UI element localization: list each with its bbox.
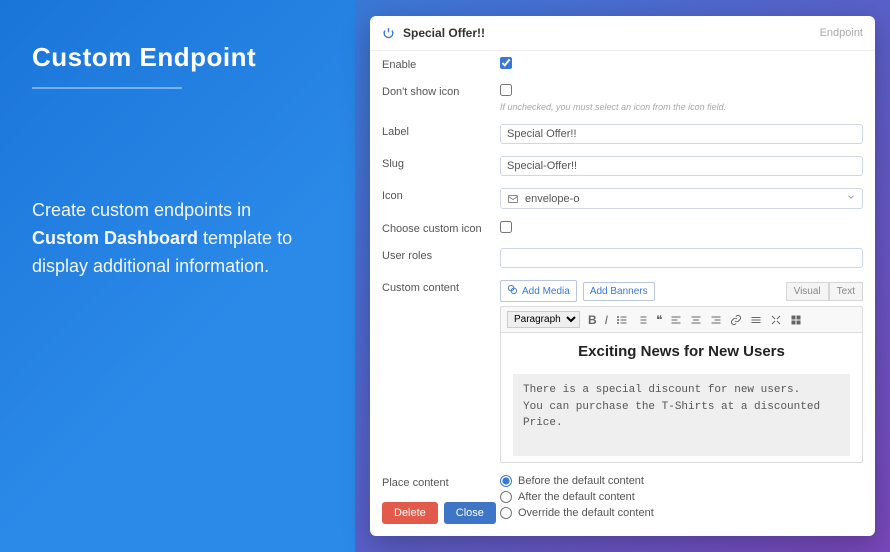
editor-heading: Exciting News for New Users xyxy=(513,343,850,360)
tab-text[interactable]: Text xyxy=(829,282,863,301)
enable-checkbox[interactable] xyxy=(500,57,512,69)
slug-label: Slug xyxy=(382,156,500,170)
add-media-button[interactable]: Add Media xyxy=(500,280,577,302)
icon-select[interactable]: envelope-o xyxy=(500,188,863,209)
bullet-list-icon[interactable] xyxy=(616,314,628,326)
dont-show-icon-label: Don't show icon xyxy=(382,84,500,98)
dont-show-icon-hint: If unchecked, you must select an icon fr… xyxy=(500,102,863,112)
user-roles-input[interactable] xyxy=(500,248,863,268)
choose-custom-icon-label: Choose custom icon xyxy=(382,221,500,235)
icon-label: Icon xyxy=(382,188,500,202)
media-icon xyxy=(507,284,518,298)
editor-body[interactable]: Exciting News for New Users There is a s… xyxy=(500,333,863,463)
add-banners-button[interactable]: Add Banners xyxy=(583,282,655,301)
place-after-option[interactable]: After the default content xyxy=(500,491,863,503)
align-center-icon[interactable] xyxy=(690,314,702,326)
panel-title: Special Offer!! xyxy=(403,26,485,40)
custom-content-label: Custom content xyxy=(382,280,500,294)
enable-label: Enable xyxy=(382,57,500,71)
endpoint-panel: Special Offer!! Endpoint Enable Don't sh… xyxy=(370,16,875,536)
number-list-icon[interactable] xyxy=(636,314,648,326)
fullscreen-icon[interactable] xyxy=(770,314,782,326)
editor-toolbar: Paragraph B I ❝ xyxy=(500,306,863,333)
promo-description: Create custom endpoints in Custom Dashbo… xyxy=(32,197,327,281)
link-icon[interactable] xyxy=(730,314,742,326)
choose-custom-icon-checkbox[interactable] xyxy=(500,221,512,233)
slug-input[interactable] xyxy=(500,156,863,176)
chevron-down-icon xyxy=(846,192,856,205)
toolbar-toggle-icon[interactable] xyxy=(790,314,802,326)
dont-show-icon-checkbox[interactable] xyxy=(500,84,512,96)
breadcrumb[interactable]: Endpoint xyxy=(820,27,863,39)
label-label: Label xyxy=(382,124,500,138)
envelope-icon xyxy=(507,193,519,205)
italic-icon[interactable]: I xyxy=(605,313,608,327)
delete-button[interactable]: Delete xyxy=(382,502,438,524)
place-content-label: Place content xyxy=(382,475,500,489)
power-icon xyxy=(382,27,395,40)
quote-icon[interactable]: ❝ xyxy=(656,313,662,327)
user-roles-label: User roles xyxy=(382,248,500,262)
editor-preformatted: There is a special discount for new user… xyxy=(513,374,850,456)
promo-underline xyxy=(32,87,182,89)
tab-visual[interactable]: Visual xyxy=(786,282,829,301)
align-right-icon[interactable] xyxy=(710,314,722,326)
align-left-icon[interactable] xyxy=(670,314,682,326)
label-input[interactable] xyxy=(500,124,863,144)
close-button[interactable]: Close xyxy=(444,502,496,524)
format-select[interactable]: Paragraph xyxy=(507,311,580,328)
bold-icon[interactable]: B xyxy=(588,313,597,327)
panel-header: Special Offer!! Endpoint xyxy=(370,16,875,51)
promo-title: Custom Endpoint xyxy=(32,42,327,73)
place-before-option[interactable]: Before the default content xyxy=(500,475,863,487)
more-icon[interactable] xyxy=(750,314,762,326)
place-override-option[interactable]: Override the default content xyxy=(500,507,863,519)
icon-select-value: envelope-o xyxy=(525,193,579,205)
